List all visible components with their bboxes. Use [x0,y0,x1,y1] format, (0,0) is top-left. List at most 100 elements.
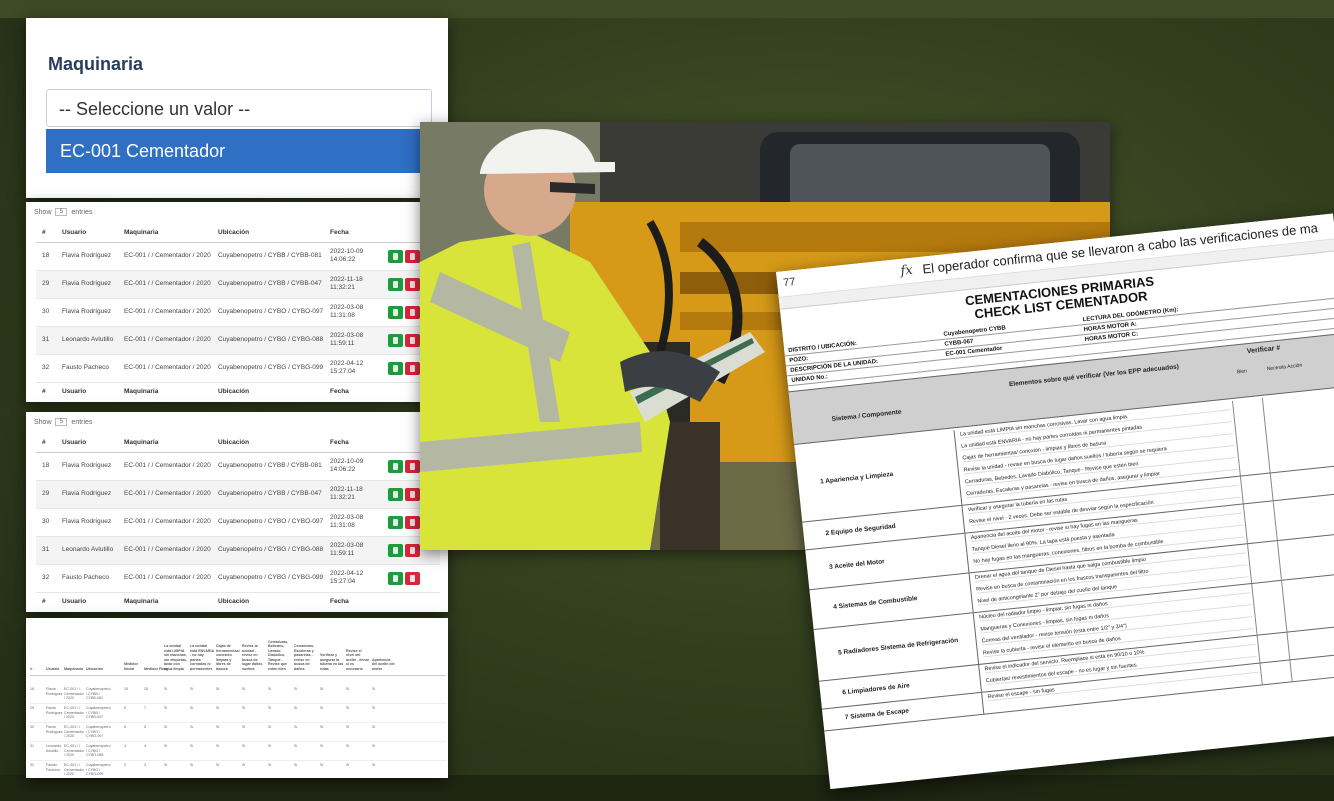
delete-icon[interactable] [405,459,420,473]
edit-icon[interactable] [388,571,403,585]
col-id[interactable]: # [36,434,62,453]
entries-select[interactable]: 5 [55,418,68,426]
col-fecha[interactable]: Fecha [330,434,388,453]
delete-icon[interactable] [405,277,420,291]
cell-usuario: Flavia Rodríguez [62,452,124,481]
edit-icon[interactable] [388,249,403,263]
wide-col-header[interactable]: Cajas de herramientas/ conexión limpias … [216,644,240,671]
cell-ubicacion: Cuyabenopetro / CYBG / CYBG-088 [218,326,330,355]
grid-line [968,573,974,613]
edit-icon[interactable] [388,543,403,557]
wide-col-header[interactable]: Revise la unidad - revise en busca de lu… [242,644,266,671]
col-ubicacion[interactable]: Ubicación [218,434,330,453]
grid-line [1259,663,1263,685]
header-componente: Sistema / Componente [831,408,902,423]
entries-select[interactable]: 5 [55,208,68,216]
edit-icon[interactable] [388,487,403,501]
wide-table-cell: Sí [216,687,220,691]
col-id[interactable]: # [36,224,62,243]
edit-icon[interactable] [388,333,403,347]
wide-col-header[interactable]: Ubicación [86,667,106,672]
wide-col-header[interactable]: Cerraduras, Bebedes, Lavado Diabólico, T… [268,640,292,672]
background-top-stripe [0,0,1334,18]
delete-icon[interactable] [405,515,420,529]
cell-usuario: Fausto Pacheco [62,564,124,593]
wide-table-cell: Sí [346,725,350,729]
edit-icon[interactable] [388,515,403,529]
wide-col-header[interactable]: Verificar y asegurar la tubería en las r… [320,653,344,671]
cell-maquinaria: EC-001 / / Cementador / 2020 [124,298,218,327]
wide-table-cell: Sí [268,725,272,729]
cell-id: 30 [36,298,62,327]
cell-fecha: 2022-11-18 11:32:21 [330,270,388,299]
delete-icon[interactable] [405,487,420,501]
col-fecha[interactable]: Fecha [330,224,388,243]
delete-icon[interactable] [405,543,420,557]
cell-maquinaria: EC-001 / / Cementador / 2020 [124,326,218,355]
info-label: POZO: [789,356,809,365]
section-label: 7 Sistema de Escape [844,707,910,722]
col-maquinaria[interactable]: Maquinaria [124,434,218,453]
cell-id: 29 [36,270,62,299]
grid-line [1269,473,1274,501]
wide-table-cell: Sí [216,763,220,767]
wide-col-header[interactable]: Maquinaria [64,667,84,672]
wide-col-header[interactable]: Revise el nivel del aceite - llenar si e… [346,649,370,672]
wide-col-header[interactable]: Usuario [46,667,66,672]
cell-fecha: 2022-10-09 14:06:22 [330,242,388,271]
records-table: # Usuario Maquinaria Ubicación Fecha 18 … [36,224,440,400]
col-usuario[interactable]: Usuario [62,224,124,243]
wide-table-cell: Sí [190,706,194,710]
cell-fecha: 2022-03-08 11:31:08 [330,508,388,537]
delete-icon[interactable] [405,571,420,585]
delete-icon[interactable] [405,249,420,263]
grid-line [961,505,966,533]
edit-icon[interactable] [388,277,403,291]
wide-col-header[interactable]: La unidad está LIMPIA sin manchas, sin e… [164,644,188,671]
wide-table-cell: Flavia Rodríguez [46,687,63,696]
foot-ubicacion: Ubicación [218,591,330,610]
delete-icon[interactable] [405,333,420,347]
delete-icon[interactable] [405,361,420,375]
maquinaria-select[interactable]: -- Seleccione un valor -- [46,89,432,127]
wide-col-header[interactable]: La unidad está ENVARIA - no hay partes c… [190,644,214,671]
edit-icon[interactable] [388,361,403,375]
col-usuario[interactable]: Usuario [62,434,124,453]
cell-usuario: Leonardo Avlutillo [62,326,124,355]
cell-usuario: Flavia Rodríguez [62,508,124,537]
cell-id: 32 [36,564,62,593]
wide-table-cell: Sí [268,744,272,748]
cell-id: 31 [36,536,62,565]
wide-table-cell: Sí [268,706,272,710]
delete-icon[interactable] [405,305,420,319]
wide-table-cell: Sí [190,744,194,748]
wide-table-cell: EC-001 / / Cementador / 2020 [64,763,84,776]
wide-table-cell: Sí [372,687,376,691]
cell-reference[interactable]: 77 [783,276,796,289]
wide-table-cell: Sí [294,744,298,748]
wide-col-header[interactable]: Apariencia del aceite del motor [372,658,396,672]
wide-table-cell: Sí [320,744,324,748]
wide-table-cell: Sí [164,725,168,729]
wide-table-cell: Sí [164,706,168,710]
wide-table-cell: Sí [372,763,376,767]
grid-line [978,664,983,692]
entries-label: entries [71,208,93,216]
wide-table-cell: Flavia Rodríguez [46,725,63,734]
maquinaria-dropdown-card: Maquinaria -- Seleccione un valor -- EC-… [26,18,448,198]
cell-maquinaria: EC-001 / / Cementador / 2020 [124,270,218,299]
grid-line [964,533,970,573]
wide-table-cell: Sí [346,706,350,710]
wide-col-header[interactable]: Cerraduras, Escaleras y pasarelas - revi… [294,644,318,671]
foot-actions [388,591,440,610]
cell-maquinaria: EC-001 / / Cementador / 2020 [124,452,218,481]
grid-line [1261,397,1271,473]
edit-icon[interactable] [388,305,403,319]
foot-usuario: Usuario [62,591,124,610]
grid-line [1272,501,1278,541]
col-ubicacion[interactable]: Ubicación [218,224,330,243]
wide-table-cell: Sí [242,687,246,691]
col-maquinaria[interactable]: Maquinaria [124,224,218,243]
edit-icon[interactable] [388,459,403,473]
dropdown-option-ec-001[interactable]: EC-001 Cementador [46,129,432,173]
